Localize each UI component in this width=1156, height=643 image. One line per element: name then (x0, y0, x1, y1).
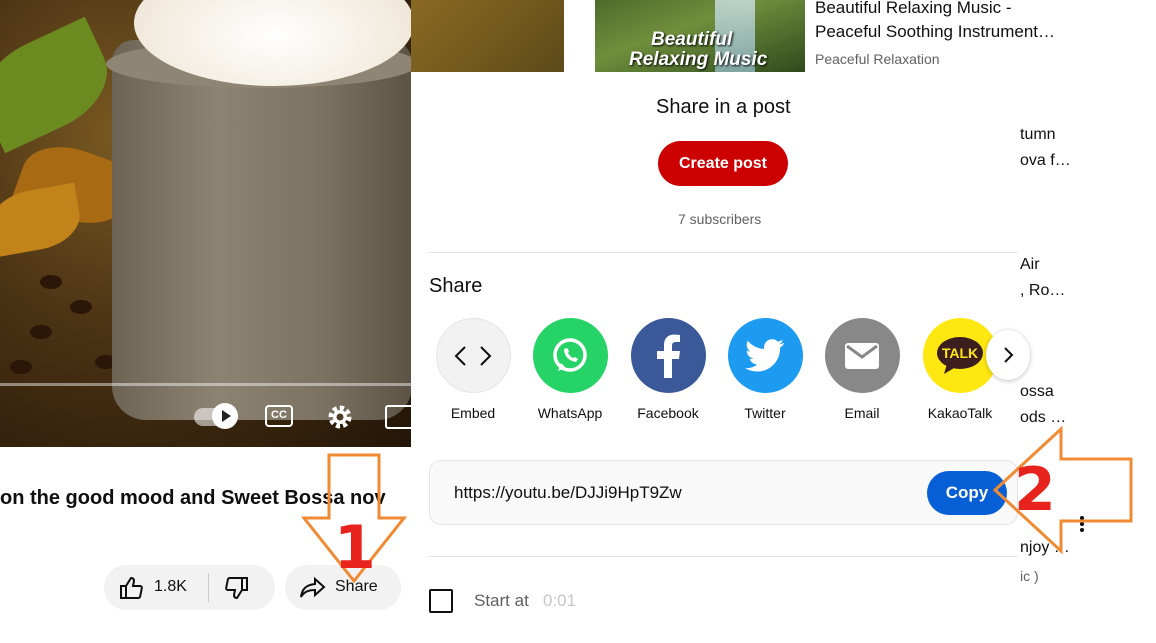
share-dialog: Share in a post Create post 7 subscriber… (411, 72, 1030, 643)
share-url-box: https://youtu.be/DJJi9HpT9Zw Copy (429, 460, 1018, 525)
coffee-bean (70, 300, 92, 314)
gear-icon[interactable] (326, 403, 354, 431)
leaf-decoration (0, 16, 123, 154)
share-target-facebook[interactable]: Facebook (623, 318, 713, 421)
recommendation-peek[interactable]: ods … (1020, 409, 1066, 427)
miniplayer-button[interactable] (385, 405, 411, 429)
share-target-twitter[interactable]: Twitter (720, 318, 810, 421)
step-1-label: 1 (334, 513, 376, 583)
share-target-whatsapp[interactable]: WhatsApp (525, 318, 615, 421)
start-at-label: Start at (474, 591, 529, 610)
divider (429, 556, 1018, 557)
facebook-icon (630, 318, 706, 393)
like-dislike-pill: 1.8K (104, 565, 275, 610)
step-2-label: 2 (1014, 455, 1056, 525)
thumbnail-caption-line2: Relaxing Music (629, 49, 768, 70)
subscriber-count: 7 subscribers (678, 211, 762, 227)
recommendation-title-line1: Beautiful Relaxing Music - (815, 0, 1012, 17)
coffee-bean (40, 275, 62, 289)
share-label-twitter: Twitter (744, 405, 786, 421)
recommendation-peek[interactable]: ova f… (1020, 152, 1071, 170)
recommendation-title-line2: Peaceful Soothing Instrument… (815, 22, 1056, 41)
create-post-button[interactable]: Create post (658, 141, 788, 186)
recommendation-title[interactable]: Beautiful Relaxing Music - Peaceful Soot… (815, 0, 1075, 44)
start-at-time-input[interactable]: 0:01 (543, 591, 576, 611)
pill-divider (208, 573, 209, 602)
copy-button[interactable]: Copy (927, 471, 1007, 515)
more-options-icon[interactable] (1079, 514, 1085, 536)
share-target-email[interactable]: Email (817, 318, 907, 421)
share-label-email: Email (844, 405, 880, 421)
whatsapp-icon (532, 318, 608, 393)
recommendation-peek[interactable]: tumn (1020, 126, 1056, 144)
share-arrow-icon (299, 575, 327, 606)
captions-button[interactable]: CC (265, 405, 293, 427)
thumbnail-caption: Beautiful Relaxing Music (629, 29, 768, 70)
video-backdrop-strip (411, 0, 564, 72)
chevron-right-icon[interactable] (986, 330, 1030, 380)
progress-bar[interactable] (0, 383, 411, 386)
thumbs-up-icon[interactable] (118, 575, 144, 606)
share-heading: Share (429, 275, 483, 297)
email-icon (824, 318, 900, 393)
video-player[interactable]: CC (0, 0, 411, 447)
share-label-whatsapp: WhatsApp (537, 405, 603, 421)
coffee-bean (30, 325, 52, 339)
start-at-checkbox[interactable] (429, 589, 453, 613)
recommendation-peek[interactable]: njoy … (1020, 539, 1070, 557)
recommendation-channel[interactable]: Peaceful Relaxation (815, 51, 940, 67)
coffee-cup (112, 40, 411, 420)
like-count: 1.8K (154, 578, 187, 595)
recommendation-peek[interactable]: ossa (1020, 383, 1054, 401)
coffee-bean (10, 360, 32, 374)
thumbnail-caption-line1: Beautiful (651, 29, 733, 50)
share-label-embed: Embed (450, 405, 496, 421)
video-title: on the good mood and Sweet Bossa nov (0, 487, 386, 509)
thumbs-down-icon[interactable] (224, 575, 250, 606)
autoplay-play-icon (212, 403, 238, 429)
recommendation-peek[interactable]: Air (1020, 256, 1040, 274)
twitter-icon (727, 318, 803, 393)
share-target-embed[interactable]: Embed (428, 318, 518, 421)
embed-icon (435, 318, 511, 393)
share-label-facebook: Facebook (637, 405, 699, 421)
divider (429, 252, 1018, 253)
share-label-kakaotalk: KakaoTalk (927, 405, 993, 421)
share-in-post-heading: Share in a post (656, 96, 791, 118)
svg-text:TALK: TALK (942, 345, 978, 361)
recommendation-thumbnail[interactable]: Beautiful Relaxing Music (595, 0, 805, 72)
recommendation-peek: ic ) (1020, 568, 1039, 584)
share-url[interactable]: https://youtu.be/DJJi9HpT9Zw (454, 483, 682, 503)
recommendation-peek[interactable]: , Ro… (1020, 282, 1065, 300)
